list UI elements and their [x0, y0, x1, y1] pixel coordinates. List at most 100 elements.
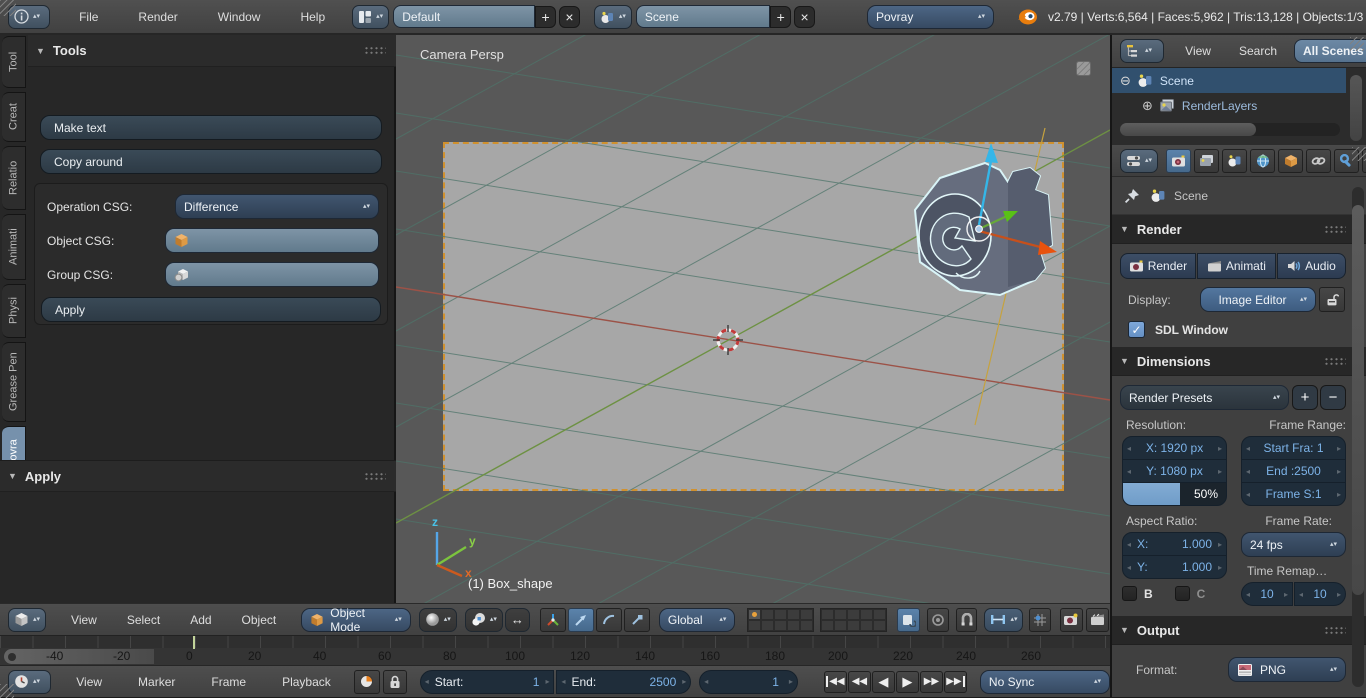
crop-checkbox[interactable] — [1175, 586, 1190, 601]
outliner-row-scene[interactable]: ⊖ Scene — [1112, 68, 1346, 93]
layer-cell[interactable] — [847, 620, 860, 631]
frame-rate-dropdown[interactable]: 24 fps ▴▾ — [1241, 532, 1346, 557]
rotate-manipulator-button[interactable] — [596, 608, 622, 632]
group-csg-field[interactable] — [165, 262, 379, 287]
auto-keyframe-record-button[interactable] — [354, 670, 380, 694]
menu-view3d-view[interactable]: View — [60, 613, 108, 627]
timeline-ruler[interactable]: -40 -20 0 20 40 60 80 100 120 140 160 18… — [0, 635, 1110, 665]
next-keyframe-button[interactable]: ▶▶ — [920, 671, 943, 693]
shelf-tab-animation[interactable]: Animati — [2, 214, 26, 280]
frame-end-prop-field[interactable]: ◂ End :2500 ▸ — [1241, 459, 1346, 483]
window-corner-grip[interactable] — [0, 0, 16, 16]
render-presets-dropdown[interactable]: Render Presets ▴▾ — [1120, 385, 1289, 410]
panel-drag-handle-icon[interactable] — [1324, 357, 1346, 366]
editor-type-selector-properties[interactable]: ▴▾ — [1120, 149, 1158, 173]
region-split-widget[interactable] — [1076, 61, 1091, 76]
scene-name-field[interactable]: Scene — [636, 5, 771, 28]
pivot-align-toggle[interactable]: ↔ — [505, 608, 530, 632]
current-frame-line[interactable] — [193, 636, 195, 649]
menu-file[interactable]: File — [68, 10, 109, 24]
jump-to-end-button[interactable]: ▶▶ — [944, 671, 967, 693]
shelf-tab-physics[interactable]: Physi — [2, 284, 26, 338]
menu-view3d-add[interactable]: Add — [179, 613, 222, 627]
tools-panel-header[interactable]: ▼ Tools — [28, 35, 396, 67]
layer-cell[interactable] — [761, 620, 774, 631]
layer-cell[interactable] — [800, 620, 813, 631]
render-still-button[interactable]: Render — [1120, 253, 1196, 279]
resolution-y-field[interactable]: ◂ Y: 1080 px ▸ — [1122, 459, 1227, 483]
panel-drag-handle-icon[interactable] — [1324, 225, 1346, 234]
manipulator-toggle-button[interactable] — [540, 608, 566, 632]
dimensions-panel-header[interactable]: ▼ Dimensions — [1112, 347, 1366, 376]
current-frame-field[interactable]: ◂ 1 ▸ — [699, 670, 798, 694]
menu-help[interactable]: Help — [289, 10, 336, 24]
viewport-3d[interactable]: z y x Camera Persp (1) Box_shape — [396, 35, 1110, 603]
collapse-icon[interactable]: ⊖ — [1120, 73, 1131, 89]
properties-tab-scene[interactable] — [1222, 149, 1247, 173]
resolution-percentage-slider[interactable]: 50% — [1122, 482, 1227, 506]
frame-start-prop-field[interactable]: ◂ Start Fra: 1 ▸ — [1241, 436, 1346, 460]
frame-step-field[interactable]: ◂ Frame S:1 ▸ — [1241, 482, 1346, 506]
properties-tab-render-layers[interactable] — [1194, 149, 1219, 173]
add-scene-button[interactable]: + — [770, 6, 791, 28]
layer-cell[interactable] — [761, 609, 774, 620]
keying-lock-button[interactable] — [383, 670, 407, 694]
expand-icon[interactable]: ⊕ — [1142, 98, 1153, 114]
properties-tab-constraints[interactable] — [1306, 149, 1331, 173]
object-csg-field[interactable] — [165, 228, 379, 253]
apply-csg-button[interactable]: Apply — [41, 297, 381, 322]
shelf-tab-tools[interactable]: Tool — [2, 36, 26, 88]
time-remap-old-field[interactable]: ◂ 10 ▸ — [1241, 582, 1293, 606]
layout-name-field[interactable]: Default — [393, 5, 535, 28]
menu-timeline-playback[interactable]: Playback — [271, 675, 342, 689]
sdl-window-checkbox[interactable]: ✓ — [1128, 321, 1145, 338]
aspect-x-field[interactable]: ◂ X: 1.000 ▸ — [1122, 532, 1227, 556]
output-format-dropdown[interactable]: PNG ▴▾ — [1228, 657, 1346, 682]
prev-keyframe-button[interactable]: ◀◀ — [848, 671, 871, 693]
translate-manipulator-button[interactable] — [568, 608, 594, 632]
properties-tab-world[interactable] — [1250, 149, 1275, 173]
display-lock-button[interactable] — [1319, 287, 1345, 312]
remove-preset-button[interactable]: − — [1320, 385, 1346, 410]
scrollbar-thumb[interactable] — [1352, 205, 1364, 595]
layer-cell[interactable] — [748, 620, 761, 631]
screen-layout-icon-button[interactable]: ▴▾ — [352, 5, 389, 29]
layer-cell[interactable] — [821, 620, 834, 631]
delete-scene-button[interactable]: × — [794, 6, 815, 28]
outliner-row-renderlayers[interactable]: ⊕ RenderLayers — [1112, 93, 1366, 118]
panel-drag-handle-icon[interactable] — [364, 46, 386, 55]
editor-type-selector-outliner[interactable]: ▴▾ — [1120, 39, 1164, 63]
play-rendered-audio-button[interactable]: Audio — [1277, 253, 1346, 279]
scene-selector-icon-button[interactable]: ▴▾ — [594, 5, 632, 29]
menu-outliner-search[interactable]: Search — [1228, 44, 1288, 58]
render-visibility-button[interactable] — [927, 608, 949, 632]
transform-orientation-dropdown[interactable]: Global ▴▾ — [659, 608, 736, 632]
pin-icon[interactable] — [1124, 188, 1140, 204]
play-reverse-button[interactable]: ◀ — [872, 671, 895, 693]
menu-outliner-view[interactable]: View — [1174, 44, 1222, 58]
layer-cell[interactable] — [800, 609, 813, 620]
scene-lock-button[interactable] — [897, 608, 920, 632]
properties-tab-render[interactable] — [1166, 149, 1191, 173]
menu-timeline-frame[interactable]: Frame — [200, 675, 257, 689]
scale-manipulator-button[interactable] — [624, 608, 650, 632]
display-mode-dropdown[interactable]: Image Editor ▴▾ — [1200, 287, 1316, 312]
frame-start-field[interactable]: ◂ Start: 1 ▸ — [420, 670, 555, 694]
render-animation-button[interactable]: Animati — [1197, 253, 1276, 279]
add-preset-button[interactable]: + — [1292, 385, 1318, 410]
shelf-tab-relations[interactable]: Relatio — [2, 146, 26, 210]
menu-timeline-marker[interactable]: Marker — [127, 675, 186, 689]
layer-cell[interactable] — [821, 609, 834, 620]
shelf-tab-create[interactable]: Creat — [2, 92, 26, 142]
sync-mode-dropdown[interactable]: No Sync ▴▾ — [980, 670, 1110, 694]
opengl-render-button[interactable] — [1060, 608, 1083, 632]
scrollbar-thumb[interactable] — [1120, 123, 1256, 136]
properties-v-scrollbar[interactable] — [1352, 187, 1364, 687]
layer-cell[interactable] — [873, 620, 886, 631]
outliner-v-scrollbar[interactable] — [1350, 75, 1362, 141]
panel-drag-handle-icon[interactable] — [364, 472, 386, 481]
layer-cell[interactable] — [860, 620, 873, 631]
opengl-render-anim-button[interactable] — [1086, 608, 1109, 632]
jump-to-start-button[interactable]: ◀◀ — [824, 671, 847, 693]
layer-cell[interactable] — [787, 620, 800, 631]
